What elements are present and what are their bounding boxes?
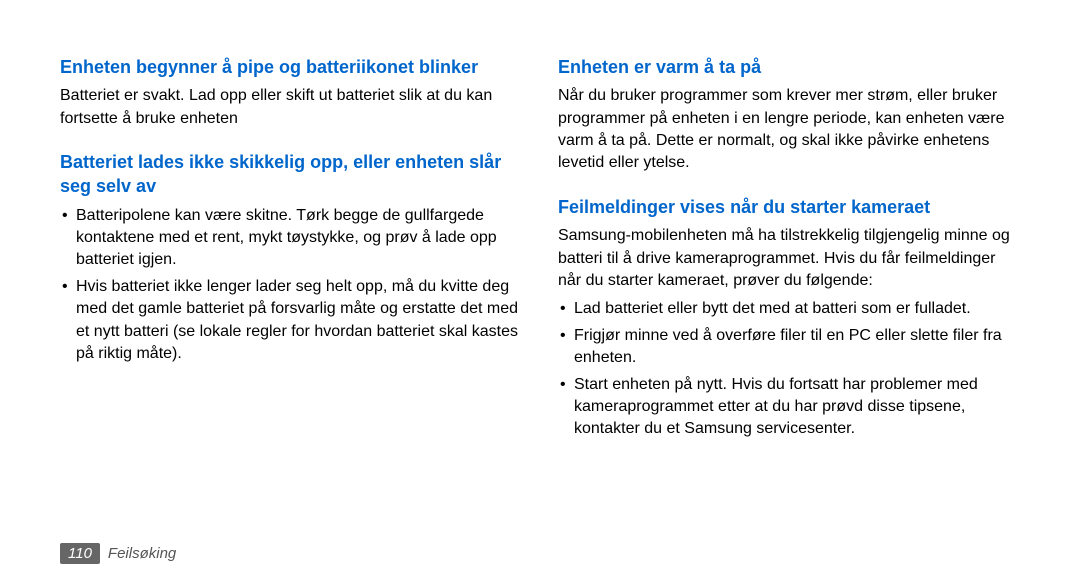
heading-beep-blink: Enheten begynner å pipe og batteriikonet… [60, 55, 522, 79]
list-item: Lad batteriet eller bytt det med at batt… [558, 298, 1020, 320]
section-beep-blink: Enheten begynner å pipe og batteriikonet… [60, 55, 522, 130]
left-column: Enheten begynner å pipe og batteriikonet… [60, 55, 522, 461]
body-camera-error: Samsung-mobilenheten må ha tilstrekkelig… [558, 225, 1020, 292]
right-column: Enheten er varm å ta på Når du bruker pr… [558, 55, 1020, 461]
heading-battery-charge: Batteriet lades ikke skikkelig opp, elle… [60, 150, 522, 199]
body-warm: Når du bruker programmer som krever mer … [558, 85, 1020, 175]
list-item: Start enheten på nytt. Hvis du fortsatt … [558, 374, 1020, 441]
list-item: Hvis batteriet ikke lenger lader seg hel… [60, 276, 522, 366]
section-camera-error: Feilmeldinger vises når du starter kamer… [558, 195, 1020, 441]
list-item: Frigjør minne ved å overføre filer til e… [558, 325, 1020, 370]
page-section-label: Feilsøking [108, 545, 176, 562]
page-footer: 110 Feilsøking [60, 543, 176, 564]
heading-camera-error: Feilmeldinger vises når du starter kamer… [558, 195, 1020, 219]
body-beep-blink: Batteriet er svakt. Lad opp eller skift … [60, 85, 522, 130]
bullet-list-battery: Batteripolene kan være skitne. Tørk begg… [60, 205, 522, 366]
content-area: Enheten begynner å pipe og batteriikonet… [60, 55, 1020, 461]
heading-warm: Enheten er varm å ta på [558, 55, 1020, 79]
section-battery-charge: Batteriet lades ikke skikkelig opp, elle… [60, 150, 522, 365]
bullet-list-camera: Lad batteriet eller bytt det med at batt… [558, 298, 1020, 440]
list-item: Batteripolene kan være skitne. Tørk begg… [60, 205, 522, 272]
section-warm: Enheten er varm å ta på Når du bruker pr… [558, 55, 1020, 175]
page-number: 110 [60, 543, 100, 564]
